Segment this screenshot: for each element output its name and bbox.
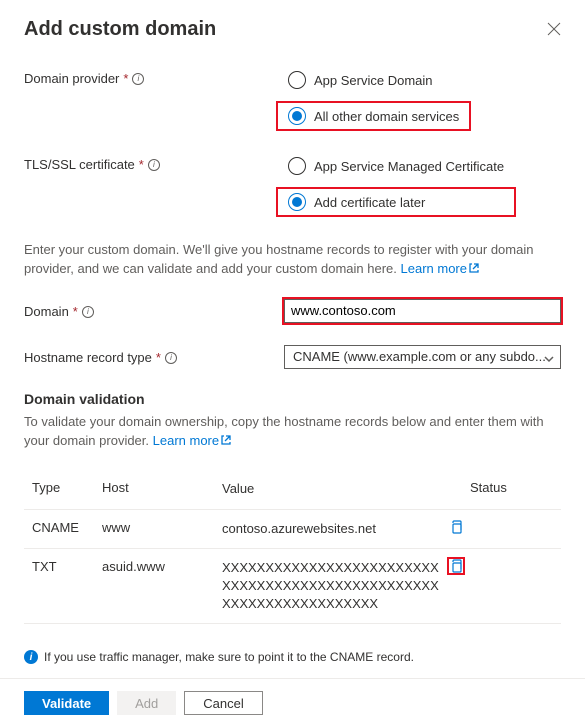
required-asterisk: * [156, 350, 161, 365]
required-asterisk: * [139, 157, 144, 172]
info-banner-text: If you use traffic manager, make sure to… [44, 650, 414, 664]
domain-input[interactable] [284, 299, 561, 323]
radio-icon-selected [288, 107, 306, 125]
dialog-title: Add custom domain [24, 18, 216, 41]
domain-provider-label: Domain provider [24, 71, 119, 86]
radio-add-certificate-later[interactable]: Add certificate later [284, 191, 508, 213]
close-icon [547, 22, 561, 36]
highlight-box: Add certificate later [276, 187, 516, 217]
radio-icon [288, 71, 306, 89]
copy-button[interactable] [449, 559, 463, 573]
select-value: CNAME (www.example.com or any subdo... [293, 349, 546, 364]
cancel-button[interactable]: Cancel [184, 691, 262, 715]
copy-icon [449, 520, 463, 534]
radio-app-service-managed-cert[interactable]: App Service Managed Certificate [284, 155, 508, 177]
tls-certificate-label: TLS/SSL certificate [24, 157, 135, 172]
radio-all-other-domain-services[interactable]: All other domain services [284, 105, 463, 127]
learn-more-link[interactable]: Learn more [153, 433, 231, 448]
radio-label: App Service Domain [314, 73, 433, 88]
domain-validation-description: To validate your domain ownership, copy … [24, 413, 561, 451]
col-header-type: Type [32, 480, 102, 498]
radio-label: All other domain services [314, 109, 459, 124]
cell-type: CNAME [32, 520, 102, 535]
cell-value: contoso.azurewebsites.net [222, 520, 442, 538]
copy-button[interactable] [449, 520, 463, 534]
hostname-records-table: Type Host Value Status CNAME www contoso… [24, 470, 561, 624]
external-link-icon [221, 432, 231, 442]
external-link-icon [469, 260, 479, 270]
domain-label: Domain [24, 304, 69, 319]
domain-validation-title: Domain validation [24, 391, 561, 407]
radio-app-service-domain[interactable]: App Service Domain [284, 69, 463, 91]
highlight-box: All other domain services [276, 101, 471, 131]
table-row: TXT asuid.www XXXXXXXXXXXXXXXXXXXXXXXXXX… [24, 549, 561, 625]
info-banner: i If you use traffic manager, make sure … [24, 644, 561, 678]
cell-host: asuid.www [102, 559, 222, 574]
col-header-value: Value [222, 480, 442, 498]
info-icon[interactable]: i [148, 159, 160, 171]
table-header: Type Host Value Status [24, 470, 561, 509]
cell-value: XXXXXXXXXXXXXXXXXXXXXXXXXXXXXXXXXXXXXXXX… [222, 559, 442, 614]
info-icon[interactable]: i [82, 306, 94, 318]
info-icon[interactable]: i [132, 73, 144, 85]
validate-button[interactable]: Validate [24, 691, 109, 715]
add-button: Add [117, 691, 176, 715]
close-button[interactable] [547, 22, 561, 36]
required-asterisk: * [123, 71, 128, 86]
radio-label: App Service Managed Certificate [314, 159, 504, 174]
radio-label: Add certificate later [314, 195, 425, 210]
chevron-down-icon [544, 352, 554, 362]
info-icon[interactable]: i [165, 352, 177, 364]
hostname-record-type-select[interactable]: CNAME (www.example.com or any subdo... [284, 345, 561, 369]
info-icon: i [24, 650, 38, 664]
radio-icon [288, 157, 306, 175]
copy-icon [449, 559, 463, 573]
learn-more-link[interactable]: Learn more [401, 261, 479, 276]
cell-host: www [102, 520, 222, 535]
table-row: CNAME www contoso.azurewebsites.net [24, 510, 561, 549]
radio-icon-selected [288, 193, 306, 211]
col-header-host: Host [102, 480, 222, 498]
required-asterisk: * [73, 304, 78, 319]
custom-domain-description: Enter your custom domain. We'll give you… [24, 241, 561, 279]
cell-type: TXT [32, 559, 102, 574]
col-header-status: Status [470, 480, 530, 498]
hostname-record-type-label: Hostname record type [24, 350, 152, 365]
